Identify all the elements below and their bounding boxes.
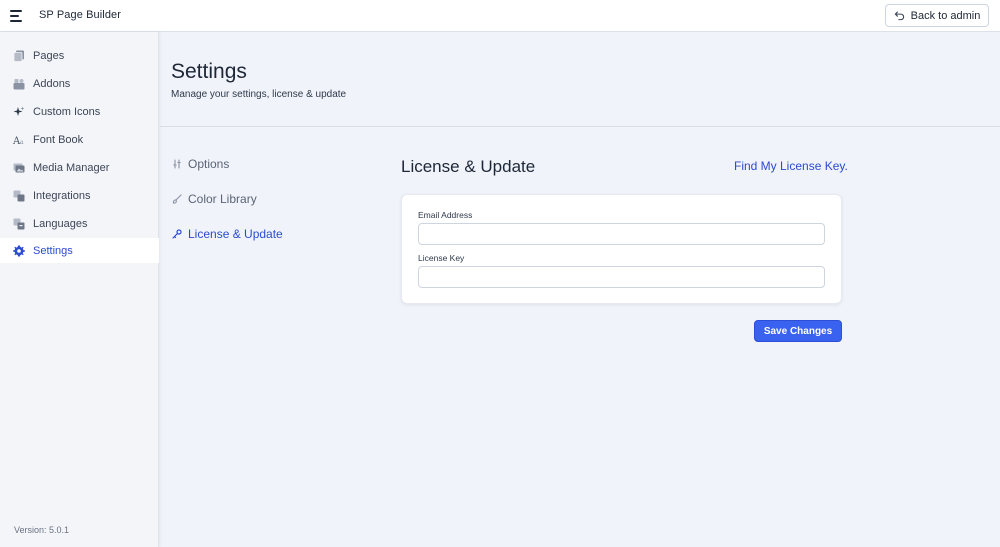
- sidebar-item-label: Integrations: [33, 189, 91, 202]
- back-to-admin-label: Back to admin: [910, 9, 981, 22]
- sidebar: Pages Addons Custom Icons Aa Font Book M…: [0, 32, 159, 547]
- save-changes-button[interactable]: Save Changes: [754, 320, 842, 342]
- top-bar: SP Page Builder Back to admin: [0, 0, 1000, 32]
- page-subtitle: Manage your settings, license & update: [171, 89, 347, 100]
- header-divider: [160, 126, 1000, 127]
- sidebar-item-media-manager[interactable]: Media Manager: [0, 155, 159, 180]
- addons-icon: [13, 78, 25, 90]
- email-field[interactable]: [418, 223, 825, 245]
- sidebar-item-label: Addons: [33, 77, 71, 90]
- sidebar-item-label: Languages: [33, 217, 88, 230]
- pages-icon: [13, 50, 25, 62]
- integrations-icon: [13, 190, 25, 202]
- brush-icon: [172, 194, 182, 204]
- section-title: License & Update: [401, 157, 536, 176]
- tab-options[interactable]: Options: [172, 157, 229, 171]
- sidebar-item-label: Media Manager: [33, 161, 110, 174]
- menu-icon[interactable]: [10, 9, 24, 23]
- sidebar-item-label: Font Book: [33, 133, 84, 146]
- tab-label: License & Update: [188, 227, 283, 241]
- font-icon: Aa: [13, 134, 25, 146]
- main-content: Settings Manage your settings, license &…: [160, 32, 1000, 547]
- sidebar-item-languages[interactable]: Languages: [0, 211, 159, 236]
- media-icon: [13, 162, 25, 174]
- sidebar-item-pages[interactable]: Pages: [0, 43, 159, 68]
- email-label: Email Address: [418, 210, 473, 220]
- sidebar-item-label: Settings: [33, 244, 73, 257]
- version-label: Version: 5.0.1: [14, 525, 70, 535]
- sidebar-item-label: Custom Icons: [33, 105, 101, 118]
- sidebar-item-integrations[interactable]: Integrations: [0, 183, 159, 208]
- license-key-field[interactable]: [418, 266, 825, 288]
- back-to-admin-button[interactable]: Back to admin: [885, 4, 989, 27]
- sidebar-item-custom-icons[interactable]: Custom Icons: [0, 99, 159, 124]
- undo-arrow-icon: [894, 11, 904, 21]
- license-form-card: Email Address License Key: [401, 194, 842, 304]
- app-title: SP Page Builder: [39, 9, 122, 21]
- sidebar-item-font-book[interactable]: Aa Font Book: [0, 127, 159, 152]
- page-title: Settings: [171, 60, 247, 83]
- tab-color-library[interactable]: Color Library: [172, 192, 257, 206]
- license-key-label: License Key: [418, 253, 465, 263]
- tab-label: Options: [188, 157, 230, 171]
- svg-text:a: a: [20, 139, 24, 146]
- tab-license-update[interactable]: License & Update: [172, 227, 283, 241]
- key-icon: [172, 229, 182, 239]
- gear-icon: [13, 245, 25, 257]
- find-license-key-link[interactable]: Find My License Key.: [734, 159, 848, 173]
- languages-icon: [13, 218, 25, 230]
- sliders-icon: [173, 159, 181, 169]
- sidebar-item-settings[interactable]: Settings: [0, 238, 159, 263]
- sidebar-item-addons[interactable]: Addons: [0, 71, 159, 96]
- sparkle-icon: [13, 106, 25, 118]
- sidebar-item-label: Pages: [33, 49, 65, 62]
- tab-label: Color Library: [188, 192, 257, 206]
